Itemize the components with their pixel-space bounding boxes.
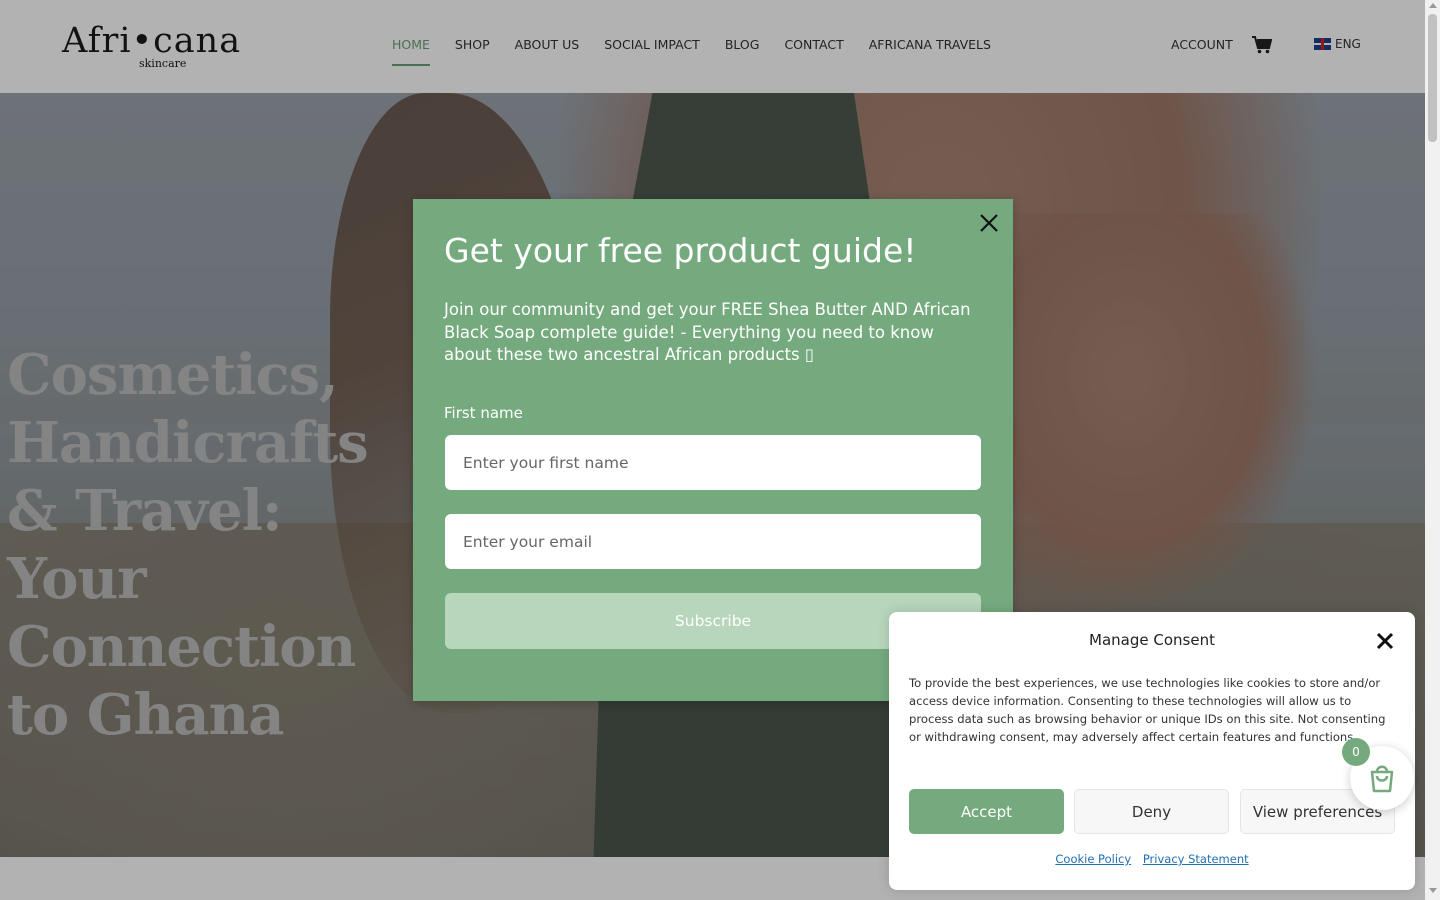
cart-count-badge: 0	[1342, 738, 1370, 766]
consent-title: Manage Consent	[1089, 631, 1215, 649]
popup-title: Get your free product guide!	[444, 231, 917, 270]
first-name-input[interactable]	[445, 435, 981, 490]
cookie-policy-link[interactable]: Cookie Policy	[1055, 852, 1131, 866]
accept-button[interactable]: Accept	[909, 789, 1064, 834]
scroll-up-arrow-icon[interactable]	[1429, 3, 1437, 8]
scroll-down-arrow-icon[interactable]	[1429, 888, 1437, 893]
consent-links: Cookie Policy Privacy Statement	[889, 852, 1415, 866]
deny-button[interactable]: Deny	[1074, 789, 1229, 834]
first-name-label: First name	[444, 404, 523, 422]
popup-description: Join our community and get your FREE She…	[444, 300, 971, 364]
cookie-consent-panel: Manage Consent To provide the best exper…	[889, 612, 1415, 890]
shopping-bag-icon	[1370, 765, 1394, 793]
floating-cart-button[interactable]: 0	[1342, 738, 1414, 810]
consent-text: To provide the best experiences, we use …	[909, 676, 1386, 744]
consent-close-icon[interactable]	[1376, 632, 1394, 650]
scrollbar-thumb[interactable]	[1428, 14, 1437, 142]
privacy-statement-link[interactable]: Privacy Statement	[1143, 852, 1249, 866]
email-input[interactable]	[445, 514, 981, 569]
